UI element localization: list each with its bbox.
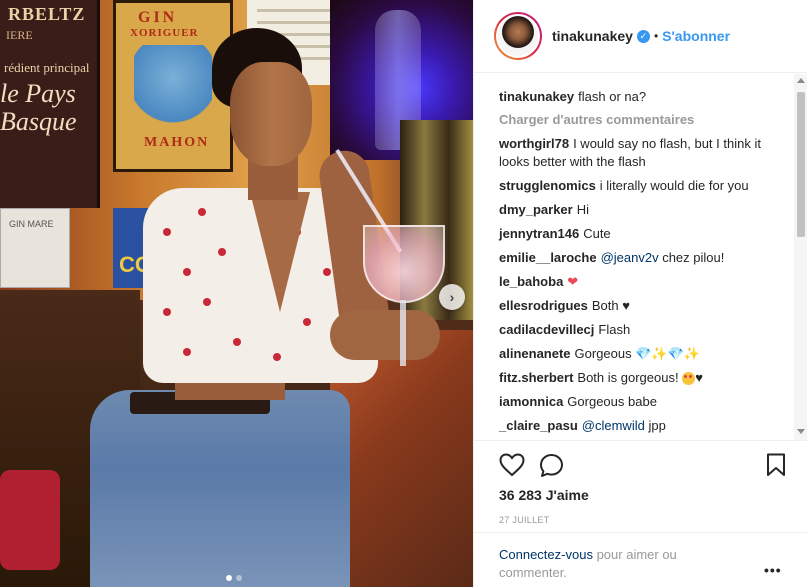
person-face: [230, 62, 312, 166]
black-heart-emoji: ♥: [695, 370, 703, 385]
comment-text: Gorgeous babe: [567, 394, 657, 409]
follow-button[interactable]: S'abonner: [662, 28, 730, 44]
comment-item: iamonnica Gorgeous babe: [499, 393, 789, 411]
comments-list[interactable]: tinakunakey flash or na? Charger d'autres…: [474, 74, 794, 440]
red-heart-emoji: ❤: [567, 274, 579, 289]
post-photo: RBELTZ IERE rédient principal le Pays Bas…: [0, 0, 473, 587]
heart-eyes-emoji: [682, 372, 696, 386]
comment-username[interactable]: strugglenomics: [499, 178, 596, 193]
likes-count[interactable]: 36 283 J'aime: [499, 487, 807, 503]
person-jeans: [90, 390, 350, 587]
comment-item: strugglenomics i literally would die for …: [499, 177, 789, 195]
comment-text: i literally would die for you: [599, 178, 749, 193]
comment-text: Both: [591, 298, 619, 313]
avatar[interactable]: [496, 14, 540, 58]
comment-text: Cute: [583, 226, 611, 241]
comment-username[interactable]: fitz.sherbert: [499, 370, 573, 385]
poster-text: RBELTZ: [8, 4, 86, 24]
comment-icon[interactable]: [539, 453, 564, 478]
chevron-right-icon[interactable]: ›: [439, 284, 465, 310]
poster-text: XORIGUER: [130, 27, 199, 39]
post-header: tinakunakey ✓ • S'abonner: [474, 0, 807, 73]
comment-item: dmy_parker Hi: [499, 201, 789, 219]
windmill-illustration: [134, 45, 212, 127]
poster-text: GIN: [138, 9, 178, 26]
separator-dot: •: [653, 29, 659, 43]
comment-username[interactable]: dmy_parker: [499, 202, 573, 217]
post-date[interactable]: 27 JUILLET: [499, 515, 807, 525]
comment-username[interactable]: alinenanete: [499, 346, 571, 361]
login-prompt-text: commenter.: [499, 565, 567, 580]
comment-item: _claire_pasu @clemwild jpp: [499, 417, 789, 435]
gin-mare-sign: GIN MARE: [0, 208, 70, 288]
comment-item: alinenanete Gorgeous 💎✨💎✨: [499, 345, 789, 363]
comment-text: jpp: [648, 418, 666, 433]
comments-scrollbar[interactable]: [794, 74, 807, 440]
comment-mention[interactable]: @jeanv2v: [601, 250, 659, 265]
load-more-comments-button[interactable]: Charger d'autres commentaires: [499, 112, 794, 127]
poster-text: MAHON: [144, 135, 210, 150]
verified-icon: ✓: [636, 29, 650, 43]
comment-text: Both is gorgeous!: [577, 370, 679, 385]
carousel-dot-active: [226, 575, 232, 581]
comment-text: chez pilou!: [662, 250, 725, 265]
poster-text: IERE: [6, 28, 33, 42]
comment-text: Gorgeous: [574, 346, 632, 361]
comment-username[interactable]: cadilacdevillecj: [499, 322, 594, 337]
carousel-dots: [226, 575, 242, 581]
gem-sparkle-emoji: 💎✨💎✨: [635, 346, 700, 361]
login-prompt: Connectez-vous pour aimer ou commenter. …: [474, 532, 807, 587]
login-link[interactable]: Connectez-vous: [499, 547, 593, 562]
comment-username[interactable]: ellesrodrigues: [499, 298, 588, 313]
comment-item: ellesrodrigues Both ♥: [499, 297, 789, 315]
caption-username[interactable]: tinakunakey: [499, 89, 574, 104]
more-icon[interactable]: •••: [764, 561, 782, 579]
comment-username[interactable]: emilie__laroche: [499, 250, 597, 265]
comment-item: fitz.sherbert Both is gorgeous! ♥: [499, 369, 789, 387]
poster-text: le Pays Basque: [0, 79, 77, 136]
login-prompt-text: pour aimer ou: [596, 547, 677, 562]
caption-text: flash or na?: [578, 89, 647, 104]
action-icons-row: [499, 441, 807, 487]
avatar-story-ring[interactable]: [494, 12, 542, 60]
comment-item: cadilacdevillecj Flash: [499, 321, 789, 339]
comment-item: le_bahoba ❤: [499, 273, 789, 291]
comment-mention[interactable]: @clemwild: [582, 418, 645, 433]
person-neckline: [250, 192, 310, 312]
comment-username[interactable]: worthgirl78: [499, 136, 569, 151]
poster-text: rédient principal: [4, 60, 90, 75]
carousel-dot: [236, 575, 242, 581]
comment-username[interactable]: jennytran146: [499, 226, 579, 241]
comment-username[interactable]: iamonnica: [499, 394, 563, 409]
glass-stem: [400, 300, 406, 366]
caption: tinakunakey flash or na?: [499, 88, 789, 106]
comment-item: jennytran146 Cute: [499, 225, 789, 243]
post-sidebar: tinakunakey ✓ • S'abonner tinakunakey fla…: [473, 0, 807, 587]
comment-username[interactable]: _claire_pasu: [499, 418, 578, 433]
comment-text: Hi: [576, 202, 589, 217]
poster-pays-basque: RBELTZ IERE rédient principal le Pays Bas…: [0, 0, 100, 208]
bookmark-icon[interactable]: [766, 453, 786, 477]
comment-item: emilie__laroche @jeanv2v chez pilou!: [499, 249, 789, 267]
comment-text: Flash: [598, 322, 631, 337]
heart-icon[interactable]: [499, 453, 525, 477]
sign-text: GIN MARE: [9, 219, 54, 229]
person-forearm: [330, 310, 440, 360]
scroll-up-arrow[interactable]: [797, 78, 805, 83]
red-object: [0, 470, 60, 570]
black-heart-emoji: ♥: [622, 298, 630, 313]
post-actions: 36 283 J'aime 27 JUILLET: [474, 440, 807, 540]
header-username[interactable]: tinakunakey: [552, 28, 633, 44]
comment-username[interactable]: le_bahoba: [499, 274, 563, 289]
scroll-thumb[interactable]: [797, 92, 805, 237]
scroll-down-arrow[interactable]: [797, 429, 805, 434]
comment-item: worthgirl78 I would say no flash, but I t…: [499, 135, 789, 171]
